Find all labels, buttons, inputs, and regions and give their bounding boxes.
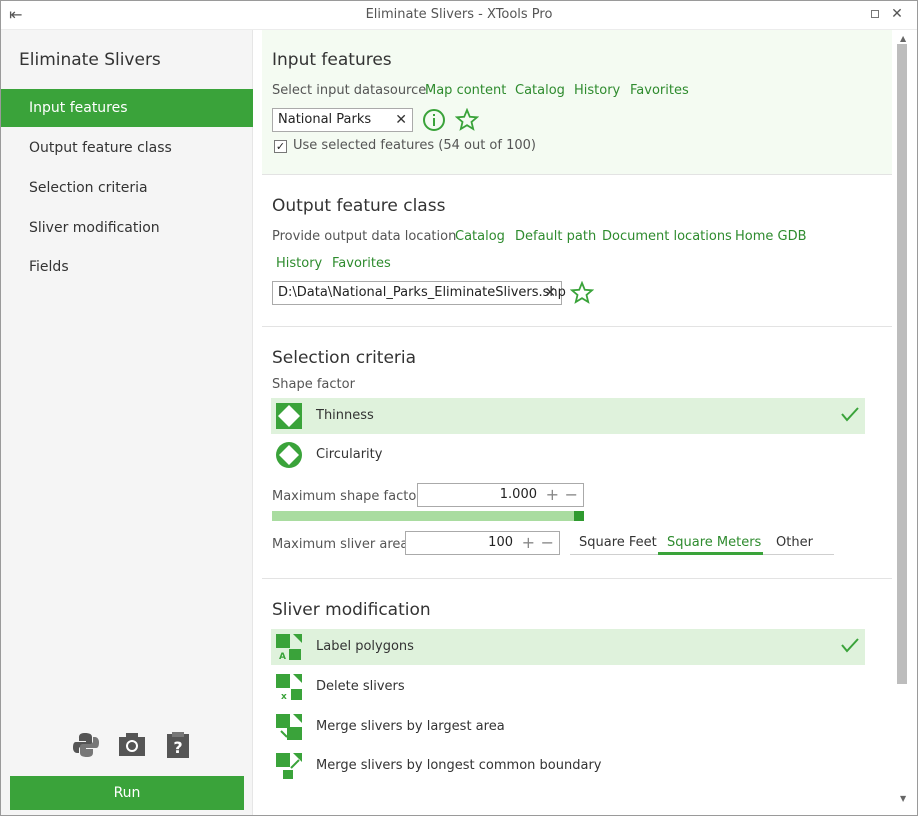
input-datasource-value: National Parks xyxy=(278,112,372,127)
merge-largest-area-icon xyxy=(276,714,302,740)
clear-input-icon[interactable]: ✕ xyxy=(395,109,407,131)
app-window: ⇤ Eliminate Slivers - XTools Pro ✕ Elimi… xyxy=(0,0,918,816)
option-merge-longest-boundary-label: Merge slivers by longest common boundary xyxy=(316,758,602,773)
link-catalog[interactable]: Catalog xyxy=(515,83,565,98)
max-shape-factor-label: Maximum shape factor xyxy=(272,489,422,504)
shape-factor-label: Shape factor xyxy=(272,377,355,392)
main-content: Input features Select input datasource M… xyxy=(254,30,894,815)
input-features-section: Input features Select input datasource M… xyxy=(262,30,892,175)
sidebar-item-output-feature-class[interactable]: Output feature class xyxy=(1,129,253,167)
title-bar: ⇤ Eliminate Slivers - XTools Pro ✕ xyxy=(1,1,917,30)
help-clipboard-icon[interactable]: ? xyxy=(163,730,193,760)
output-path-value: D:\Data\National_Parks_EliminateSlivers.… xyxy=(278,285,566,300)
option-merge-largest-area-label: Merge slivers by largest area xyxy=(316,719,505,734)
clear-output-icon[interactable]: ✕ xyxy=(544,282,556,304)
active-unit-indicator xyxy=(658,552,763,555)
python-icon[interactable] xyxy=(71,730,101,760)
area-decrement-icon[interactable]: − xyxy=(541,532,554,554)
unit-square-feet[interactable]: Square Feet xyxy=(579,535,657,550)
svg-text:x: x xyxy=(281,692,287,701)
link-output-favorites[interactable]: Favorites xyxy=(332,256,391,271)
option-label-polygons-label: Label polygons xyxy=(316,639,414,654)
selected-check-icon xyxy=(841,407,859,422)
link-history[interactable]: History xyxy=(574,83,620,98)
max-sliver-area-input[interactable]: 100 + − xyxy=(405,531,560,555)
selection-criteria-heading: Selection criteria xyxy=(272,348,417,368)
area-increment-icon[interactable]: + xyxy=(522,532,535,554)
tools-bar: ? xyxy=(71,730,201,762)
sidebar-item-selection-criteria[interactable]: Selection criteria xyxy=(1,169,253,207)
sliver-modification-heading: Sliver modification xyxy=(272,600,431,620)
option-merge-longest-boundary[interactable]: Merge slivers by longest common boundary xyxy=(271,748,865,784)
link-document-locations[interactable]: Document locations xyxy=(602,229,732,244)
mod-selected-check-icon xyxy=(841,638,859,653)
circularity-icon xyxy=(276,442,302,468)
option-circularity-label: Circularity xyxy=(316,447,383,462)
svg-text:A: A xyxy=(279,652,286,661)
camera-icon[interactable] xyxy=(117,730,147,760)
use-selected-label: Use selected features (54 out of 100) xyxy=(293,138,536,153)
link-output-catalog[interactable]: Catalog xyxy=(455,229,505,244)
option-thinness[interactable]: Thinness xyxy=(271,398,865,434)
link-favorites[interactable]: Favorites xyxy=(630,83,689,98)
link-default-path[interactable]: Default path xyxy=(515,229,596,244)
selection-criteria-section: Selection criteria Shape factor Thinness… xyxy=(262,327,892,579)
scroll-down-icon[interactable]: ▼ xyxy=(900,794,906,803)
option-circularity[interactable]: Circularity xyxy=(271,437,865,473)
increment-icon[interactable]: + xyxy=(546,484,559,506)
option-label-polygons[interactable]: A Label polygons xyxy=(271,629,865,665)
favorite-star-icon[interactable] xyxy=(455,108,479,132)
sidebar-title: Eliminate Slivers xyxy=(19,50,161,70)
input-features-heading: Input features xyxy=(272,50,392,70)
unit-square-meters[interactable]: Square Meters xyxy=(667,535,761,550)
area-unit-tabs: Square Feet Square Meters Other xyxy=(570,531,834,555)
shape-factor-slider[interactable] xyxy=(272,511,584,521)
max-sliver-area-value: 100 xyxy=(488,535,513,550)
sidebar-item-fields[interactable]: Fields xyxy=(1,248,253,286)
maximize-icon[interactable] xyxy=(871,10,879,18)
output-favorite-star-icon[interactable] xyxy=(570,281,594,305)
thinness-icon xyxy=(276,403,302,429)
max-shape-factor-value: 1.000 xyxy=(499,487,537,502)
option-thinness-label: Thinness xyxy=(316,408,374,423)
close-icon[interactable]: ✕ xyxy=(889,5,905,23)
input-datasource-field[interactable]: National Parks ✕ xyxy=(272,108,413,132)
link-map-content[interactable]: Map content xyxy=(425,83,506,98)
sidebar-item-input-features[interactable]: Input features xyxy=(1,89,253,127)
datasource-label: Select input datasource xyxy=(272,83,427,98)
shape-factor-slider-handle[interactable] xyxy=(574,511,584,521)
output-location-label: Provide output data location xyxy=(272,229,457,244)
scroll-thumb[interactable] xyxy=(897,44,907,684)
delete-slivers-icon: x xyxy=(276,674,302,701)
option-delete-slivers[interactable]: x Delete slivers xyxy=(271,669,865,705)
use-selected-checkbox[interactable]: ✓ xyxy=(274,140,287,153)
sidebar-item-sliver-modification[interactable]: Sliver modification xyxy=(1,209,253,247)
vertical-scrollbar[interactable]: ▲ ▼ xyxy=(894,30,917,815)
label-polygons-icon: A xyxy=(276,634,302,661)
sliver-modification-section: Sliver modification A Label polygons x D… xyxy=(262,579,892,815)
output-path-field[interactable]: D:\Data\National_Parks_EliminateSlivers.… xyxy=(272,281,566,305)
info-icon[interactable] xyxy=(422,108,446,132)
link-home-gdb[interactable]: Home GDB xyxy=(735,229,807,244)
svg-text:?: ? xyxy=(173,738,182,757)
window-title: Eliminate Slivers - XTools Pro xyxy=(365,7,553,22)
sidebar: Eliminate Slivers Input features Output … xyxy=(1,30,253,815)
scroll-up-icon[interactable]: ▲ xyxy=(900,34,906,43)
output-feature-class-heading: Output feature class xyxy=(272,196,446,216)
unit-other[interactable]: Other xyxy=(776,535,813,550)
link-output-history[interactable]: History xyxy=(276,256,322,271)
option-delete-slivers-label: Delete slivers xyxy=(316,679,405,694)
run-button[interactable]: Run xyxy=(10,776,244,810)
decrement-icon[interactable]: − xyxy=(565,484,578,506)
max-shape-factor-input[interactable]: 1.000 + − xyxy=(417,483,584,507)
merge-longest-boundary-icon xyxy=(276,753,302,779)
output-feature-class-section: Output feature class Provide output data… xyxy=(262,175,892,327)
option-merge-largest-area[interactable]: Merge slivers by largest area xyxy=(271,709,865,745)
max-sliver-area-label: Maximum sliver area xyxy=(272,537,409,552)
